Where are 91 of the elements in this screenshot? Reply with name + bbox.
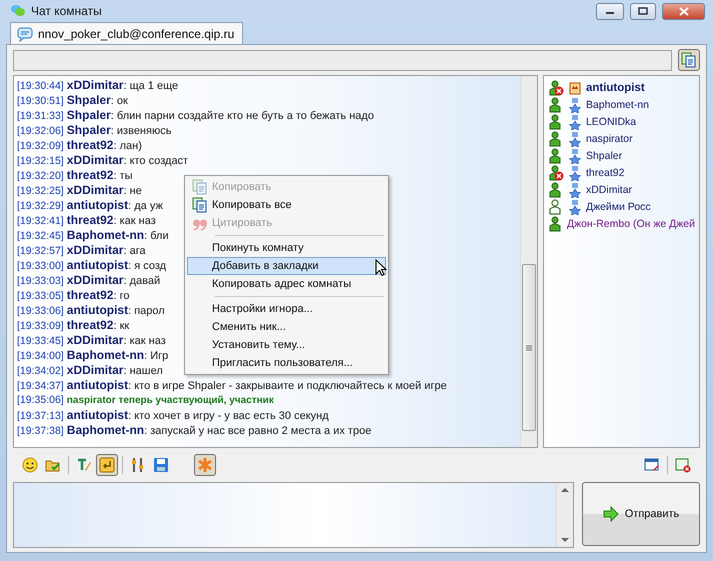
menu-item[interactable]: Копировать все bbox=[187, 196, 386, 214]
message-text: : давай bbox=[123, 275, 160, 287]
message-text: : кто в игре Shpaler - закрываите и подключайтесь к моей игре bbox=[128, 380, 447, 392]
message-time: [19:37:38] bbox=[17, 425, 64, 437]
message-text: : кто хочет в игру - у вас есть 30 секунд bbox=[128, 410, 329, 422]
nickname[interactable]: Shpaler bbox=[66, 123, 111, 137]
message-time: [19:33:45] bbox=[17, 335, 64, 347]
nickname[interactable]: antiutopist bbox=[66, 408, 128, 422]
nickname[interactable]: threat92 bbox=[66, 168, 114, 182]
participant-name[interactable]: threat92 bbox=[586, 166, 624, 178]
message-time: [19:30:51] bbox=[17, 95, 64, 107]
message-text: : как наз bbox=[113, 215, 156, 227]
nickname[interactable]: antiutopist bbox=[66, 258, 128, 272]
message-text: : кто создаст bbox=[123, 155, 188, 167]
message-time: [19:33:05] bbox=[17, 290, 64, 302]
nickname[interactable]: xDDimitar bbox=[66, 273, 124, 287]
message-text: : да уж bbox=[128, 200, 163, 212]
message-text: : извеняюсь bbox=[110, 125, 172, 137]
nickname[interactable]: Baphomet-nn bbox=[66, 228, 144, 242]
message-time: [19:32:45] bbox=[17, 230, 64, 242]
participant-name[interactable]: antiutopist bbox=[586, 82, 645, 94]
message-time: [19:33:06] bbox=[17, 305, 64, 317]
room-tab[interactable]: nnov_poker_club@conference.qip.ru bbox=[10, 22, 244, 44]
message-time: [19:33:03] bbox=[17, 275, 64, 287]
message-time: [19:32:41] bbox=[17, 215, 64, 227]
message-time: [19:32:15] bbox=[17, 155, 64, 167]
message-time: [19:32:25] bbox=[17, 185, 64, 197]
message-text: : блин парни создайте кто не буть а то бежать надо bbox=[110, 110, 374, 122]
message-time: [19:35:06] bbox=[17, 394, 64, 406]
message-text: : не bbox=[123, 185, 142, 197]
nickname[interactable]: antiutopist bbox=[66, 198, 128, 212]
participant-name[interactable]: Shpaler bbox=[586, 150, 622, 162]
nickname[interactable]: threat92 bbox=[66, 318, 114, 332]
send-button[interactable]: Отправить bbox=[582, 482, 700, 546]
nickname[interactable]: antiutopist bbox=[66, 378, 128, 392]
menu-item[interactable]: Установить тему... bbox=[187, 336, 386, 354]
message-text: : лан) bbox=[113, 140, 142, 152]
message-time: [19:32:06] bbox=[17, 125, 64, 137]
message-text: : нашел bbox=[123, 365, 163, 377]
menu-item[interactable]: Настройки игнора... bbox=[187, 300, 386, 318]
participant-name[interactable]: Джон-Rembo (Он же Джей bbox=[566, 218, 695, 230]
nickname[interactable]: xDDimitar bbox=[66, 333, 124, 347]
message-text: : ты bbox=[113, 170, 133, 182]
message-text: : Игр bbox=[144, 350, 168, 362]
message-text: : го bbox=[113, 290, 130, 302]
message-time: [19:32:29] bbox=[17, 200, 64, 212]
nickname[interactable]: Shpaler bbox=[66, 108, 111, 122]
message-text: : ага bbox=[123, 245, 146, 257]
nickname[interactable]: xDDimitar bbox=[66, 78, 124, 92]
nickname[interactable]: antiutopist bbox=[66, 303, 128, 317]
participant-name[interactable]: xDDimitar bbox=[586, 184, 632, 196]
message-time: [19:34:02] bbox=[17, 365, 64, 377]
participant-name[interactable]: Baphomet-nn bbox=[586, 98, 649, 110]
nickname[interactable]: threat92 bbox=[66, 288, 114, 302]
nickname[interactable]: threat92 bbox=[66, 213, 114, 227]
nickname[interactable]: xDDimitar bbox=[66, 243, 124, 257]
message-text: : кк bbox=[113, 320, 130, 332]
participant-name[interactable]: naspirator bbox=[586, 132, 633, 144]
message-time: [19:33:09] bbox=[17, 320, 64, 332]
message-text: : парол bbox=[128, 305, 165, 317]
message-text: : как наз bbox=[123, 335, 166, 347]
message-time: [19:32:20] bbox=[17, 170, 64, 182]
message-time: [19:31:33] bbox=[17, 110, 64, 122]
nickname[interactable]: xDDimitar bbox=[66, 183, 124, 197]
message-text: : ок bbox=[110, 95, 128, 107]
menu-item[interactable]: Добавить в закладки bbox=[187, 257, 386, 275]
message-text: : бли bbox=[144, 230, 169, 242]
message-text: : я созд bbox=[128, 260, 166, 272]
menu-item[interactable]: Пригласить пользователя... bbox=[187, 354, 386, 372]
participant-name[interactable]: Джейми Росс bbox=[586, 200, 651, 212]
window-title: Чат комнаты bbox=[31, 4, 103, 18]
menu-item[interactable]: Сменить ник... bbox=[187, 318, 386, 336]
system-message: naspirator теперь участвующий, участник bbox=[66, 395, 274, 406]
nickname[interactable]: Shpaler bbox=[66, 93, 111, 107]
message-time: [19:34:37] bbox=[17, 380, 64, 392]
message-time: [19:34:00] bbox=[17, 350, 64, 362]
nickname[interactable]: xDDimitar bbox=[66, 153, 124, 167]
message-text: : запускай у нас все равно 2 места а их трое bbox=[144, 425, 372, 437]
nickname[interactable]: Baphomet-nn bbox=[66, 423, 144, 437]
message-time: [19:33:00] bbox=[17, 260, 64, 272]
menu-item[interactable]: Копировать адрес комнаты bbox=[187, 275, 386, 293]
menu-item[interactable]: Покинуть комнату bbox=[187, 239, 386, 257]
message-time: [19:30:44] bbox=[17, 80, 64, 92]
nickname[interactable]: Baphomet-nn bbox=[66, 348, 144, 362]
message-time: [19:32:09] bbox=[17, 140, 64, 152]
message-time: [19:37:13] bbox=[17, 410, 64, 422]
participant-name[interactable]: LEONIDka bbox=[586, 116, 636, 128]
nickname[interactable]: xDDimitar bbox=[66, 363, 124, 377]
message-text: : ща 1 еще bbox=[123, 80, 178, 92]
message-time: [19:32:57] bbox=[17, 245, 64, 257]
nickname[interactable]: threat92 bbox=[66, 138, 114, 152]
